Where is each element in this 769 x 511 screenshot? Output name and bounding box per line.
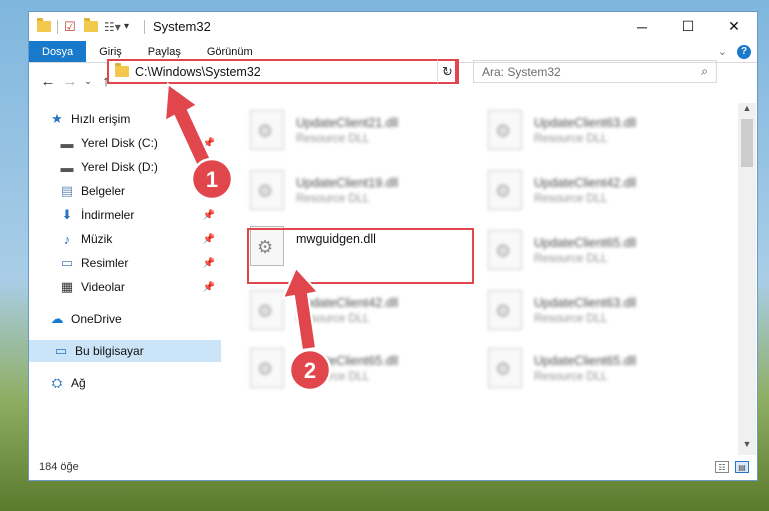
dll-file-icon: ⚙ (488, 290, 522, 330)
file-description: Resource DLL (296, 313, 370, 325)
file-name: UpdateClient65.dll (296, 354, 399, 368)
file-name: UpdateClient65.dll (534, 354, 637, 368)
dll-file-icon: ⚙ (250, 170, 284, 210)
file-name: UpdateClient42.dll (296, 296, 399, 310)
file-description: Resource DLL (296, 193, 370, 205)
file-item[interactable]: ⚙ UpdateClient63.dll Resource DLL (488, 110, 708, 158)
file-description: Resource DLL (534, 371, 608, 383)
file-description: Resource DLL (534, 193, 608, 205)
file-description: Resource DLL (296, 133, 370, 145)
dll-file-icon: ⚙ (488, 170, 522, 210)
dll-file-icon: ⚙ (250, 348, 284, 388)
file-item[interactable]: ⚙ UpdateClient42.dll Resource DLL (250, 290, 470, 338)
file-description: Resource DLL (296, 371, 370, 383)
file-item[interactable]: ⚙ UpdateClient65.dll Resource DLL (488, 348, 708, 396)
file-description: Resource DLL (534, 313, 608, 325)
details-view-icon[interactable]: ☷ (715, 461, 729, 473)
file-name: UpdateClient19.dll (296, 176, 399, 190)
item-count: 184 öğe (39, 461, 79, 473)
file-name: UpdateClient65.dll (534, 236, 637, 250)
file-item[interactable]: ⚙ UpdateClient65.dll Resource DLL (250, 348, 470, 396)
file-item[interactable]: ⚙ UpdateClient19.dll Resource DLL (250, 170, 470, 218)
file-name: UpdateClient21.dll (296, 116, 399, 130)
tiles-view-icon[interactable]: ▤ (735, 461, 749, 473)
file-item[interactable]: ⚙ UpdateClient42.dll Resource DLL (488, 170, 708, 218)
view-toggle: ☷ ▤ (715, 461, 757, 473)
file-item[interactable]: ⚙ UpdateClient65.dll Resource DLL (488, 230, 708, 278)
file-name: UpdateClient63.dll (534, 296, 637, 310)
dll-file-icon: ⚙ (488, 230, 522, 270)
file-name: UpdateClient63.dll (534, 116, 637, 130)
file-name: UpdateClient42.dll (534, 176, 637, 190)
dll-file-icon: ⚙ (250, 110, 284, 150)
file-item[interactable]: ⚙ UpdateClient63.dll Resource DLL (488, 290, 708, 338)
scroll-thumb[interactable] (741, 119, 753, 167)
dll-file-icon: ⚙ (488, 348, 522, 388)
dll-file-icon: ⚙ (488, 110, 522, 150)
file-highlight-box (247, 228, 474, 284)
file-description: Resource DLL (534, 133, 608, 145)
scroll-up-icon[interactable]: ▲ (738, 103, 756, 119)
dll-file-icon: ⚙ (250, 290, 284, 330)
status-bar: 184 öğe ☷ ▤ (29, 456, 757, 478)
scroll-down-icon[interactable]: ▼ (738, 439, 756, 455)
file-description: Resource DLL (534, 253, 608, 265)
vertical-scrollbar[interactable]: ▲ ▼ (738, 103, 756, 455)
file-item[interactable]: ⚙ UpdateClient21.dll Resource DLL (250, 110, 470, 158)
